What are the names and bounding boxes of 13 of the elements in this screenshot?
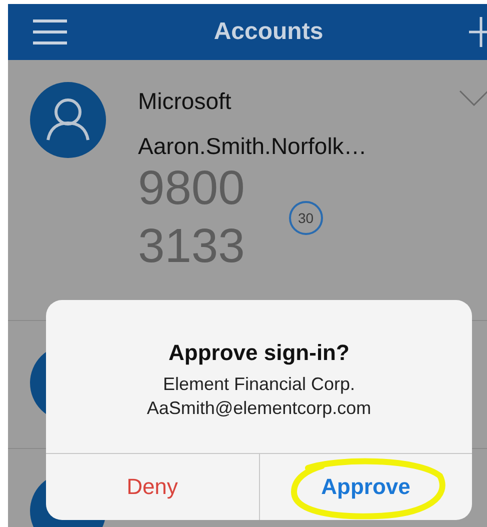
dialog-button[interactable]: Approve <box>313 470 418 504</box>
countdown-timer: 30 <box>288 201 323 235</box>
dialog-title: Approve sign-in? <box>168 340 350 366</box>
menu-icon[interactable] <box>32 18 68 46</box>
dialog-button[interactable]: Deny <box>118 470 186 504</box>
add-icon[interactable] <box>469 17 487 47</box>
account-provider: Microsoft <box>138 88 232 115</box>
dialog-message: Element Financial Corp. <box>162 373 356 396</box>
screen-title: Accounts <box>212 18 324 46</box>
account-user: Aaron.Smith.Norfolk… <box>138 133 367 160</box>
verification-code: 3133 <box>138 219 245 275</box>
verification-code: 9800 <box>138 161 245 217</box>
dialog-message: AaSmith@elementcorp.com <box>146 397 372 420</box>
